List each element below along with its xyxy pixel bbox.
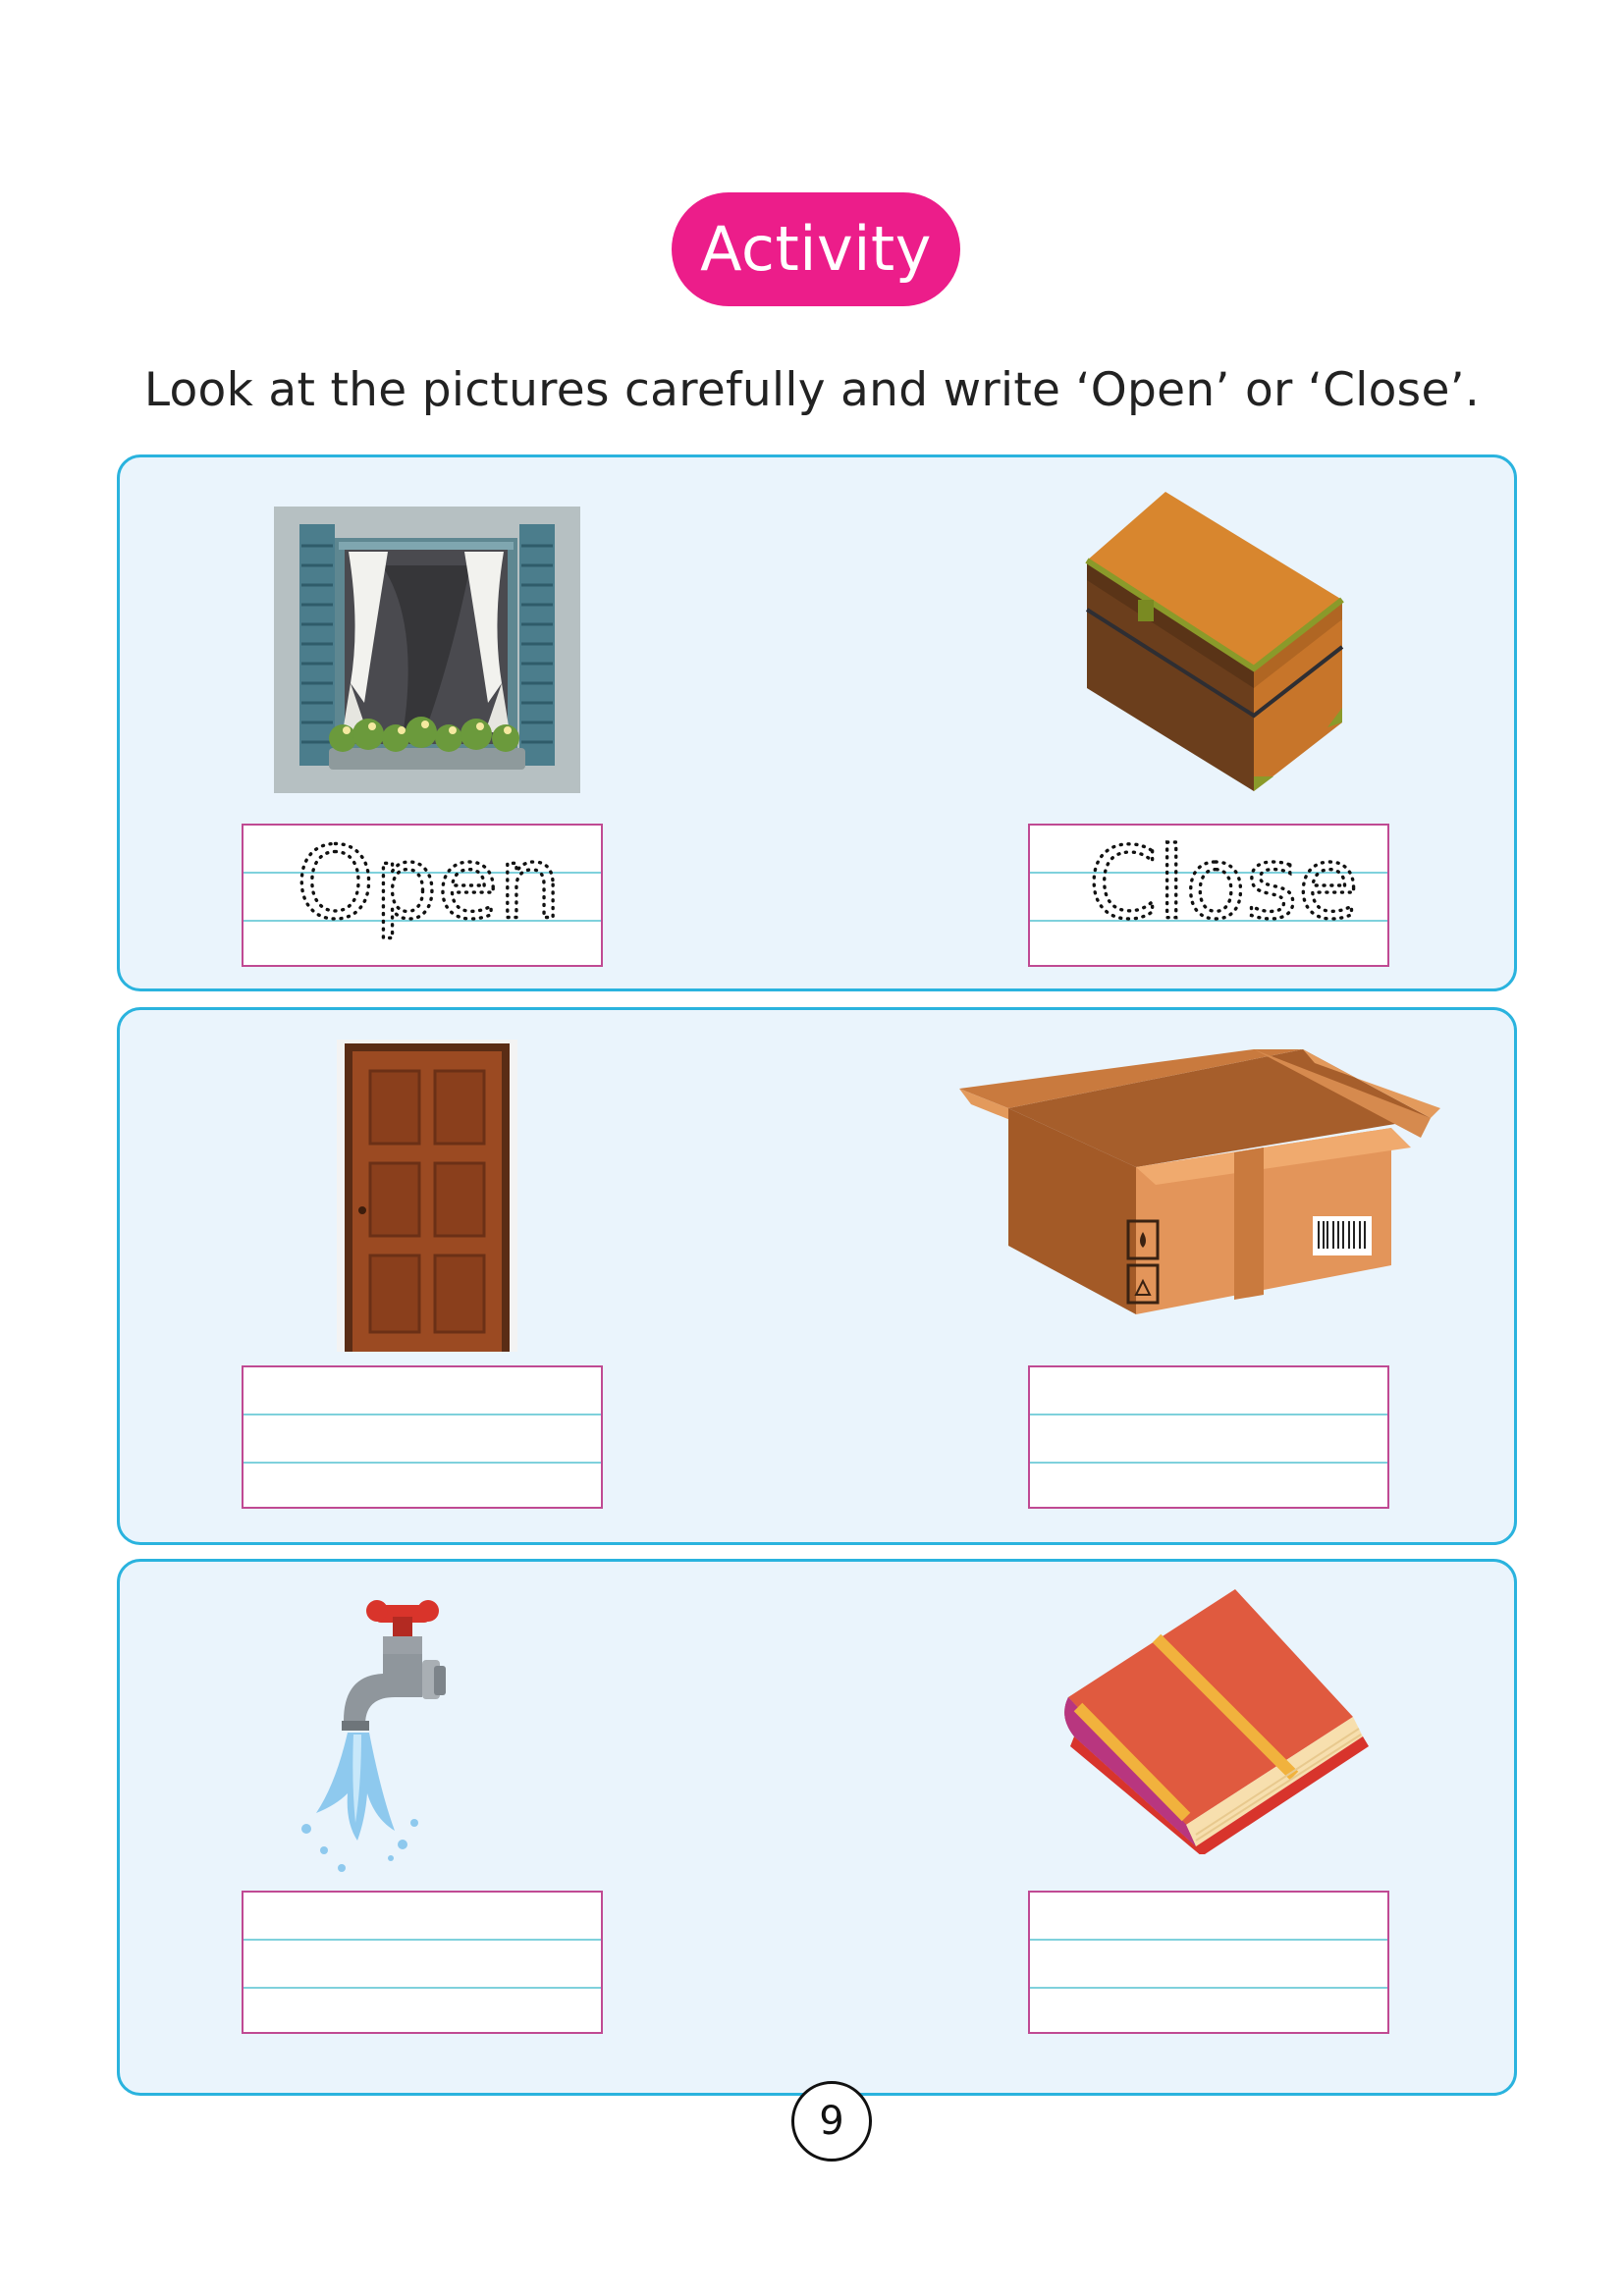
traced-answer-close: Close bbox=[1087, 826, 1361, 942]
guide-line bbox=[244, 1987, 601, 1989]
guide-line bbox=[1030, 1939, 1387, 1941]
closed-chest-picture bbox=[1085, 492, 1344, 791]
answer-box-tap[interactable] bbox=[242, 1891, 603, 2034]
svg-text:Open: Open bbox=[297, 826, 562, 940]
answer-box-book[interactable] bbox=[1028, 1891, 1389, 2034]
activity-panel-2 bbox=[117, 1007, 1517, 1545]
answer-box-door[interactable] bbox=[242, 1365, 603, 1509]
running-tap-picture bbox=[301, 1600, 446, 1872]
traced-answer-open: Open bbox=[295, 826, 564, 942]
answer-box-chest[interactable]: Close bbox=[1028, 824, 1389, 967]
guide-line bbox=[244, 1414, 601, 1415]
activity-panel-3 bbox=[117, 1559, 1517, 2096]
guide-line bbox=[1030, 1414, 1387, 1415]
page-number: 9 bbox=[791, 2081, 872, 2162]
guide-line bbox=[1030, 1462, 1387, 1464]
svg-text:Close: Close bbox=[1088, 826, 1359, 940]
answer-box-cardboard-box[interactable] bbox=[1028, 1365, 1389, 1509]
activity-badge: Activity bbox=[672, 192, 960, 306]
instruction-text: Look at the pictures carefully and write… bbox=[143, 363, 1481, 417]
closed-book-picture bbox=[1064, 1589, 1369, 1854]
closed-door-picture bbox=[337, 1040, 517, 1352]
answer-box-window[interactable]: Open bbox=[242, 824, 603, 967]
guide-line bbox=[244, 1939, 601, 1941]
guide-line bbox=[1030, 1987, 1387, 1989]
open-window-picture bbox=[274, 507, 580, 793]
activity-panel-1: Open Close bbox=[117, 454, 1517, 991]
guide-line bbox=[244, 1462, 601, 1464]
open-cardboard-box-picture bbox=[959, 1049, 1440, 1314]
